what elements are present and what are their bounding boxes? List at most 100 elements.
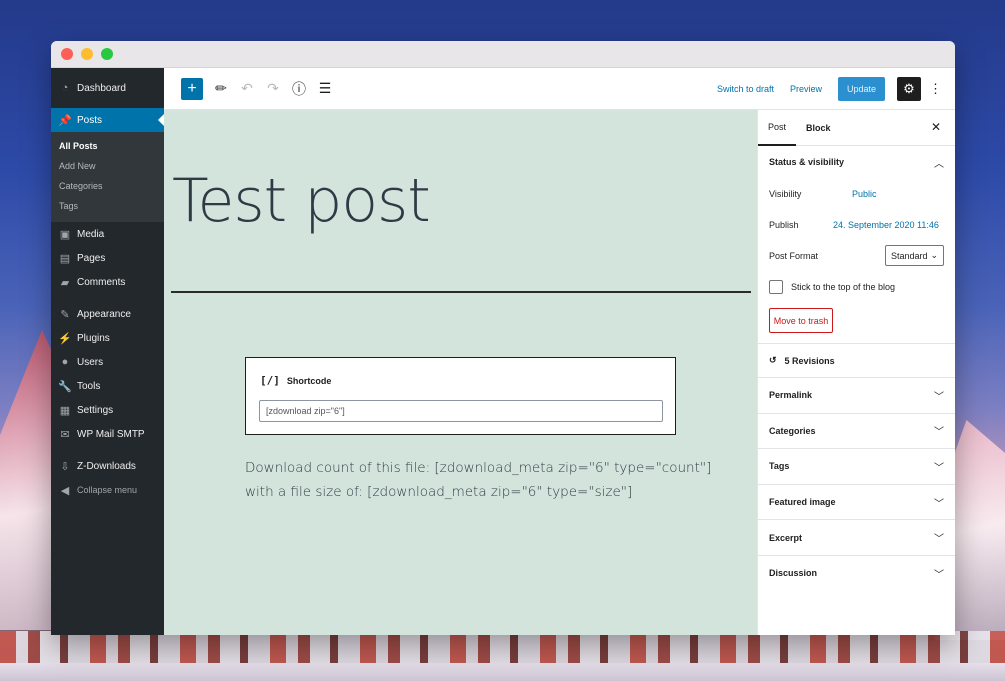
editor-toolbar: + ✏ ↶ ↷ ⓘ ☰ Switch to draft Preview Upda… xyxy=(164,68,955,110)
sidebar-item-posts[interactable]: 📌 Posts xyxy=(51,108,164,132)
sidebar-item-z-downloads[interactable]: ⇩ Z-Downloads xyxy=(51,454,164,478)
sidebar-item-dashboard[interactable]: ◔ Dashboard xyxy=(51,76,164,100)
post-format-label: Post Format xyxy=(769,250,819,261)
pages-icon: ▤ xyxy=(59,252,71,265)
sidebar-item-media[interactable]: ▣ Media xyxy=(51,222,164,246)
panel-discussion[interactable]: Discussion ﹀ xyxy=(758,554,955,591)
add-block-button[interactable]: + xyxy=(181,77,203,100)
edit-tool-button[interactable]: ✏ xyxy=(213,80,229,97)
plug-icon: ⚡ xyxy=(58,332,72,345)
posts-submenu: All Posts Add New Categories Tags xyxy=(51,132,164,222)
panel-featured-image[interactable]: Featured image ﹀ xyxy=(758,483,955,520)
submenu-tags[interactable]: Tags xyxy=(51,196,164,216)
sidebar-item-plugins[interactable]: ⚡ Plugins xyxy=(51,326,164,350)
post-title[interactable]: Test post xyxy=(172,166,431,236)
switch-to-draft-button[interactable]: Switch to draft xyxy=(717,84,774,94)
visibility-value[interactable]: Public xyxy=(852,189,877,199)
revisions-link[interactable]: ↺ 5 Revisions xyxy=(758,344,955,377)
update-button[interactable]: Update xyxy=(838,76,885,101)
sidebar-item-wp-mail-smtp[interactable]: ✉ WP Mail SMTP xyxy=(51,422,164,446)
history-icon: ↺ xyxy=(769,355,777,365)
download-icon: ⇩ xyxy=(60,460,70,473)
mail-icon: ✉ xyxy=(60,428,70,441)
sidebar-item-label: Users xyxy=(77,356,104,368)
tab-block[interactable]: Block xyxy=(796,110,841,146)
move-to-trash-button[interactable]: Move to trash xyxy=(769,308,833,333)
redo-icon: ↷ xyxy=(267,80,279,96)
status-visibility-title: Status & visibility xyxy=(769,157,845,167)
shortcode-input[interactable] xyxy=(259,400,663,422)
dashboard-icon: ◔ xyxy=(61,82,69,94)
sidebar-item-label: Posts xyxy=(77,114,103,126)
sidebar-item-tools[interactable]: 🔧 Tools xyxy=(51,374,164,398)
panel-title: Permalink xyxy=(769,390,813,401)
pencil-icon: ✏ xyxy=(215,80,227,96)
chevron-down-icon: ⌄ xyxy=(930,250,938,260)
block-navigation-button[interactable]: ☰ xyxy=(317,80,333,97)
sidebar-item-label: Media xyxy=(77,228,105,240)
panel-permalink[interactable]: Permalink ﹀ xyxy=(758,377,955,413)
shortcode-block[interactable]: [/] Shortcode xyxy=(245,357,676,435)
sticky-checkbox[interactable] xyxy=(769,279,783,294)
panel-title: Excerpt xyxy=(769,532,803,543)
plus-icon: + xyxy=(187,79,197,97)
sidebar-item-settings[interactable]: ▦ Settings xyxy=(51,398,164,422)
submenu-categories[interactable]: Categories xyxy=(51,176,164,196)
collapse-menu-button[interactable]: ◀ Collapse menu xyxy=(51,478,164,502)
close-window-button[interactable] xyxy=(61,48,73,60)
chevron-down-icon: ﹀ xyxy=(934,534,944,546)
panel-excerpt[interactable]: Excerpt ﹀ xyxy=(758,519,955,555)
sidebar-item-label: Z-Downloads xyxy=(77,460,136,472)
settings-sidebar: Post Block ✕ Status & visibility ︿ Visib… xyxy=(757,110,955,635)
sidebar-item-label: Tools xyxy=(77,380,101,392)
editor-canvas: Test post [/] Shortcode Download count o… xyxy=(164,110,757,635)
status-visibility-toggle[interactable]: Status & visibility ︿ xyxy=(758,146,955,178)
sidebar-item-comments[interactable]: ▰ Comments xyxy=(51,270,164,294)
submenu-add-new[interactable]: Add New xyxy=(51,156,164,176)
sidebar-item-label: Collapse menu xyxy=(77,485,138,495)
minimize-window-button[interactable] xyxy=(81,48,93,60)
sidebar-item-pages[interactable]: ▤ Pages xyxy=(51,246,164,270)
tab-post[interactable]: Post xyxy=(758,110,797,146)
zoom-window-button[interactable] xyxy=(101,48,113,60)
sidebar-item-label: Settings xyxy=(77,404,114,416)
redo-button[interactable]: ↷ xyxy=(265,80,281,97)
chevron-down-icon: ﹀ xyxy=(934,569,944,581)
preview-button[interactable]: Preview xyxy=(790,84,822,94)
brush-icon: ✎ xyxy=(60,308,70,321)
undo-button[interactable]: ↶ xyxy=(239,80,255,97)
close-icon[interactable]: ✕ xyxy=(931,120,941,134)
more-vertical-icon: ⋮ xyxy=(929,80,942,96)
publish-date[interactable]: 24. September 2020 11:46 xyxy=(833,220,939,230)
chevron-down-icon: ﹀ xyxy=(934,498,944,510)
submenu-all-posts[interactable]: All Posts xyxy=(51,136,164,156)
undo-icon: ↶ xyxy=(241,80,253,96)
chevron-down-icon: ﹀ xyxy=(934,391,944,403)
shortcode-header: [/] Shortcode xyxy=(260,374,331,387)
wrench-icon: 🔧 xyxy=(58,380,72,393)
shortcode-label: Shortcode xyxy=(286,375,332,386)
list-view-icon: ☰ xyxy=(318,80,332,96)
post-format-row: Post Format Standard ⌄ xyxy=(758,240,955,271)
paragraph-block[interactable]: Download count of this file: [zdownload_… xyxy=(245,456,715,504)
sidebar-item-label: Comments xyxy=(77,276,126,288)
post-format-value: Standard xyxy=(891,250,928,261)
settings-toggle-button[interactable]: ⚙ xyxy=(897,76,921,101)
gear-icon: ⚙ xyxy=(903,80,915,96)
sticky-label: Stick to the top of the blog xyxy=(791,281,896,292)
panel-categories[interactable]: Categories ﹀ xyxy=(758,412,955,449)
panel-tags[interactable]: Tags ﹀ xyxy=(758,448,955,484)
background-snow xyxy=(0,663,1005,681)
details-button[interactable]: ⓘ xyxy=(291,81,307,97)
more-options-button[interactable]: ⋮ xyxy=(929,80,942,97)
admin-sidebar: ◔ Dashboard 📌 Posts All Posts Add New Ca… xyxy=(51,68,164,635)
sidebar-item-label: WP Mail SMTP xyxy=(77,428,145,440)
sidebar-item-appearance[interactable]: ✎ Appearance xyxy=(51,302,164,326)
sidebar-item-users[interactable]: ● Users xyxy=(51,350,164,374)
media-icon: ▣ xyxy=(59,228,71,241)
post-format-select[interactable]: Standard ⌄ xyxy=(885,245,944,266)
paragraph-line: with a file size of: [zdownload_meta zip… xyxy=(245,484,633,500)
separator-block[interactable] xyxy=(171,291,751,293)
publish-row: Publish 24. September 2020 11:46 xyxy=(758,209,955,240)
settings-tabs: Post Block ✕ xyxy=(758,110,955,146)
